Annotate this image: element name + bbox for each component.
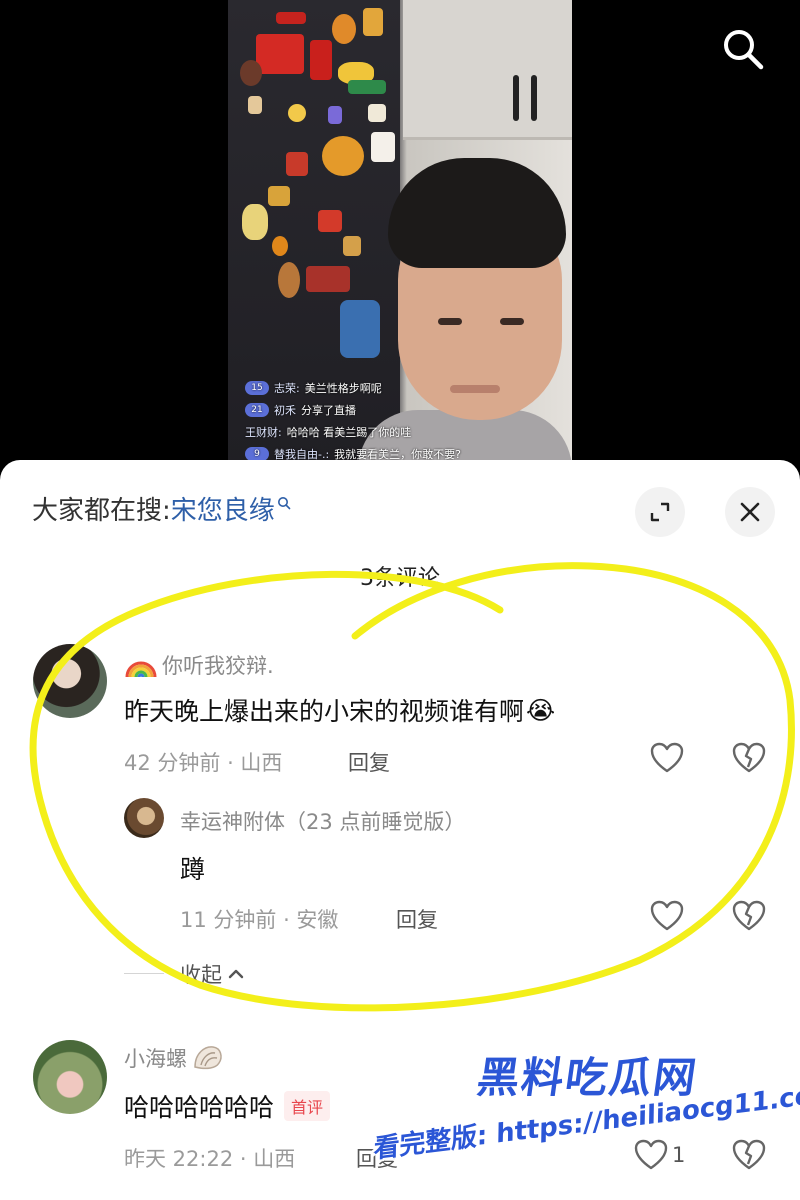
trending-search[interactable]: 大家都在搜: 宋您良缘 [32,490,291,527]
comment-text: 昨天晚上爆出来的小宋的视频谁有啊 😭 [124,695,556,727]
trending-term[interactable]: 宋您良缘 [171,490,275,527]
rainbow-icon [125,661,157,678]
close-button[interactable] [725,487,775,537]
expand-button[interactable] [635,487,685,537]
seashell-icon [194,1046,222,1070]
divider [124,973,164,974]
live-comment: 15 志荣: 美兰性格步啊呢 [245,380,565,396]
dislike-icon[interactable] [732,900,766,932]
expand-icon [650,502,670,522]
avatar[interactable] [33,644,107,718]
level-badge: 15 [245,381,269,395]
close-icon [740,502,760,522]
reply-username[interactable]: 幸运神附体（23 点前睡觉版） [180,806,465,836]
heart-icon[interactable] [650,742,684,774]
like-count: 1 [672,1143,686,1167]
search-icon [277,496,291,509]
collapse-button[interactable]: 收起 [180,959,246,989]
avatar[interactable] [124,798,164,838]
crying-laughing-emoji: 😭 [526,695,556,725]
live-comment: 21 初禾 分享了直播 [245,402,565,418]
level-badge: 21 [245,403,269,417]
dislike-icon[interactable] [732,742,766,774]
comment-meta: 昨天 22:22 · 山西 [124,1147,296,1171]
reply-button[interactable]: 回复 [396,904,438,934]
comment-username[interactable]: 你听我狡辩. [124,650,274,680]
comment-username[interactable]: 小海螺 [124,1043,225,1073]
search-button[interactable] [720,26,766,72]
heart-icon[interactable] [650,900,684,932]
comment-text: 哈哈哈哈哈哈 首评 [124,1088,331,1124]
live-comment-feed: 15 志荣: 美兰性格步啊呢 21 初禾 分享了直播 王财财: 哈哈哈 看美兰踢… [245,380,565,468]
reply-text: 蹲 [180,855,206,884]
kitchen-cabinet [403,0,572,140]
first-comment-badge: 首评 [284,1091,331,1121]
heart-icon[interactable] [634,1139,668,1171]
live-comment: 王财财: 哈哈哈 看美兰踢了你的哇 [245,426,412,439]
comment-count: 3条评论 [360,566,440,591]
live-video[interactable]: 15 志荣: 美兰性格步啊呢 21 初禾 分享了直播 王财财: 哈哈哈 看美兰踢… [0,0,800,470]
dislike-icon[interactable] [732,1139,766,1171]
chevron-up-icon [228,969,244,979]
search-icon [724,30,764,70]
reply-meta: 11 分钟前 · 安徽 [180,908,339,932]
comment-meta: 42 分钟前 · 山西 [124,751,283,775]
level-badge: 9 [245,447,269,461]
avatar[interactable] [33,1040,107,1114]
reply-button[interactable]: 回复 [348,747,390,777]
